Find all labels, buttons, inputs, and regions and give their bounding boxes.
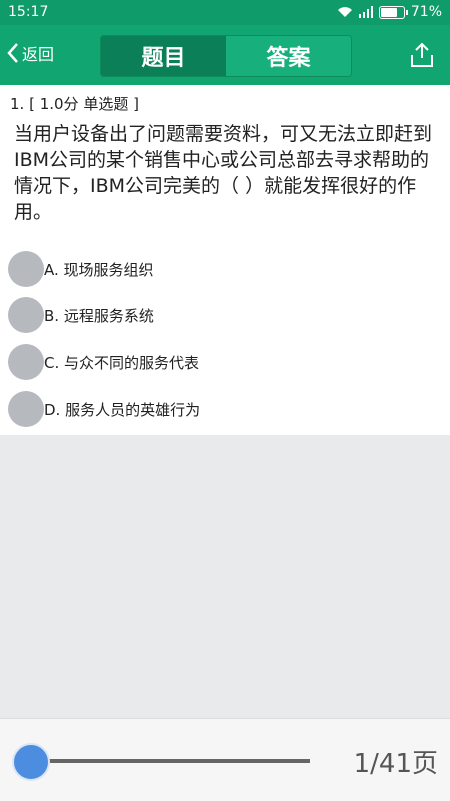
bottom-bar: 1/41页	[0, 718, 450, 801]
radio-icon	[8, 297, 44, 333]
back-label: 返回	[22, 45, 55, 64]
option-label: A. 现场服务组织	[44, 260, 154, 279]
option-c[interactable]: C. 与众不同的服务代表	[8, 344, 199, 380]
wifi-icon	[337, 7, 352, 17]
app-bar: 返回 题目 答案	[0, 25, 450, 85]
back-button[interactable]: 返回	[6, 41, 54, 65]
status-bar: 15:17 71%	[0, 0, 450, 25]
tab-answer[interactable]: 答案	[226, 36, 351, 76]
signal-icon	[358, 6, 373, 18]
option-a[interactable]: A. 现场服务组织	[8, 251, 154, 287]
share-icon[interactable]	[408, 41, 436, 69]
option-label: D. 服务人员的英雄行为	[44, 400, 201, 419]
option-label: B. 远程服务系统	[44, 306, 154, 325]
status-icons: 71%	[337, 4, 442, 20]
chevron-left-icon	[7, 43, 18, 63]
tab-switch: 题目 答案	[100, 35, 352, 77]
progress-slider[interactable]	[30, 759, 310, 763]
tab-question[interactable]: 题目	[101, 36, 226, 76]
battery-percent: 71%	[410, 4, 442, 20]
battery-icon	[378, 5, 408, 19]
radio-icon	[8, 391, 44, 427]
radio-icon	[8, 344, 44, 380]
option-d[interactable]: D. 服务人员的英雄行为	[8, 391, 200, 427]
status-time: 15:17	[8, 4, 49, 20]
option-label: C. 与众不同的服务代表	[44, 353, 200, 372]
question-header: 1. [ 1.0分 单选题 ]	[10, 95, 139, 113]
question-text: 当用户设备出了问题需要资料，可又无法立即赶到IBM公司的某个销售中心或公司总部去…	[14, 123, 433, 223]
radio-icon	[8, 251, 44, 287]
question-card: 1. [ 1.0分 单选题 ] 当用户设备出了问题需要资料，可又无法立即赶到IB…	[0, 85, 450, 435]
option-b[interactable]: B. 远程服务系统	[8, 297, 154, 333]
slider-handle[interactable]	[12, 743, 50, 781]
page-indicator: 1/41页	[353, 749, 438, 779]
